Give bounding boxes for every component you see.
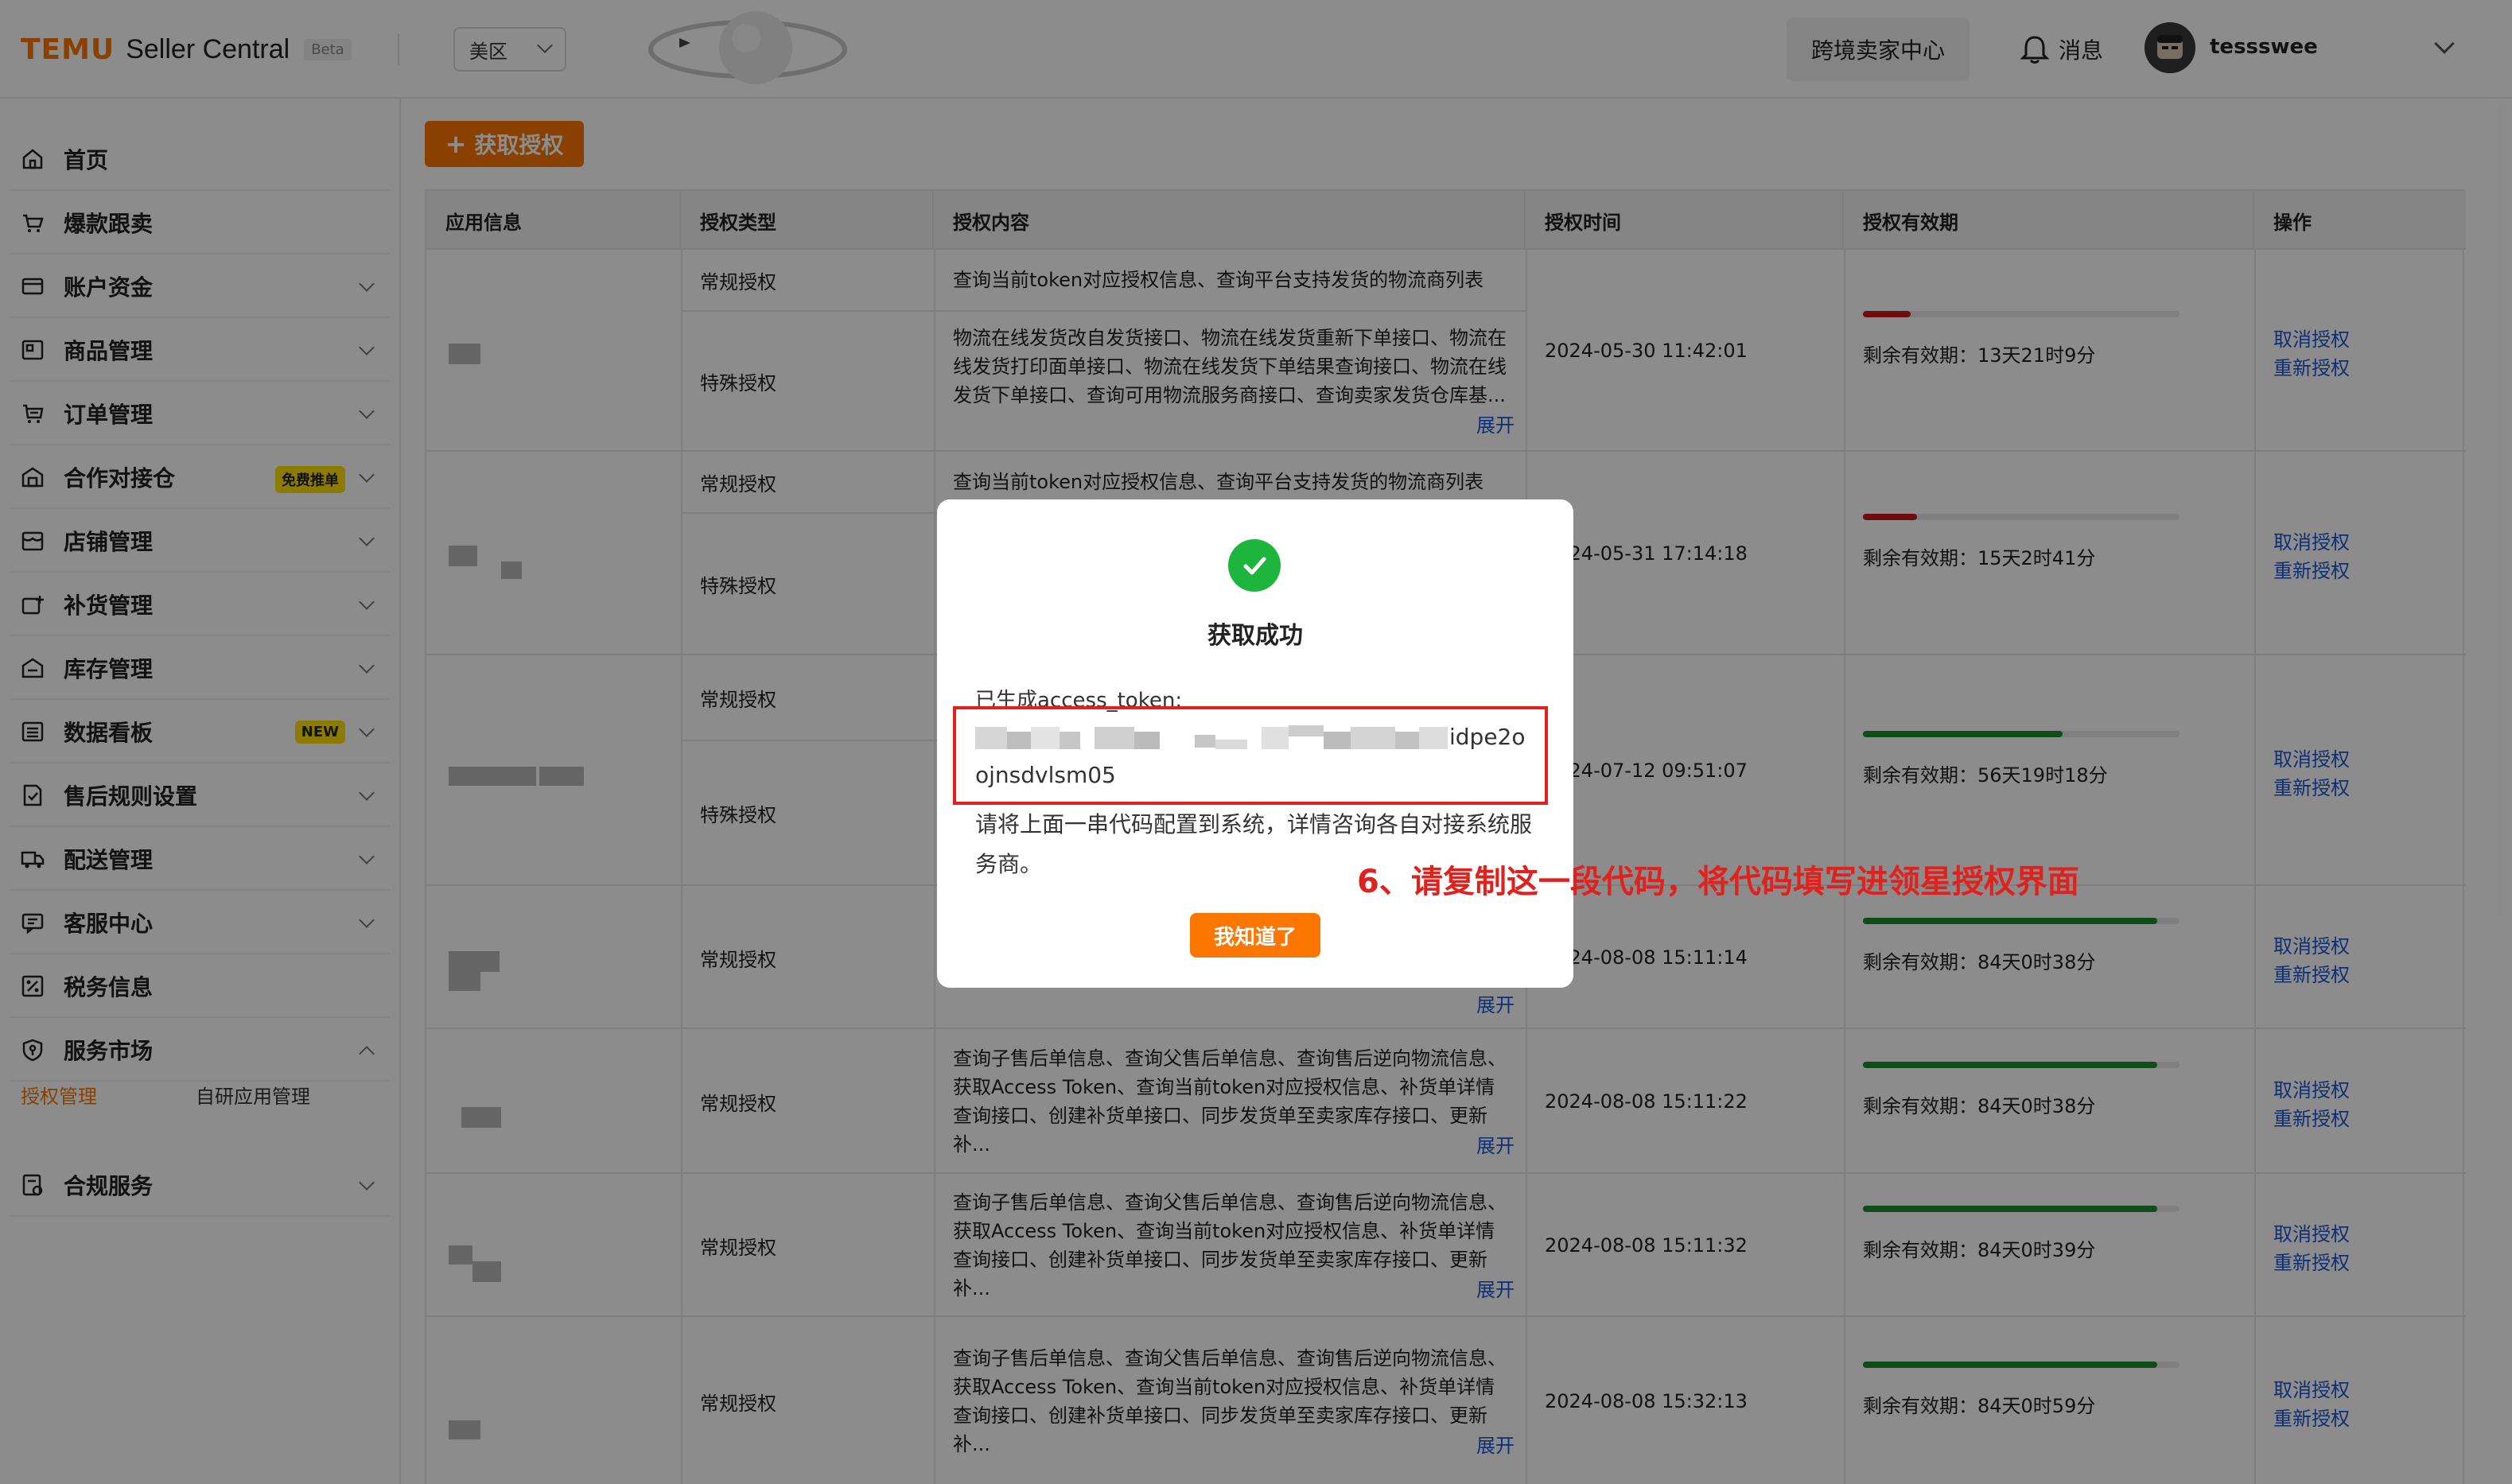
dialog-title: 获取成功	[1207, 622, 1303, 650]
instruction-annotation: 6、请复制这一段代码，将代码填写进领星授权界面	[1357, 864, 2079, 900]
success-check-icon	[1228, 539, 1281, 592]
got-it-button[interactable]: 我知道了	[1190, 913, 1320, 958]
highlight-box	[953, 706, 1548, 805]
page-scrollbar[interactable]	[2498, 105, 2507, 916]
